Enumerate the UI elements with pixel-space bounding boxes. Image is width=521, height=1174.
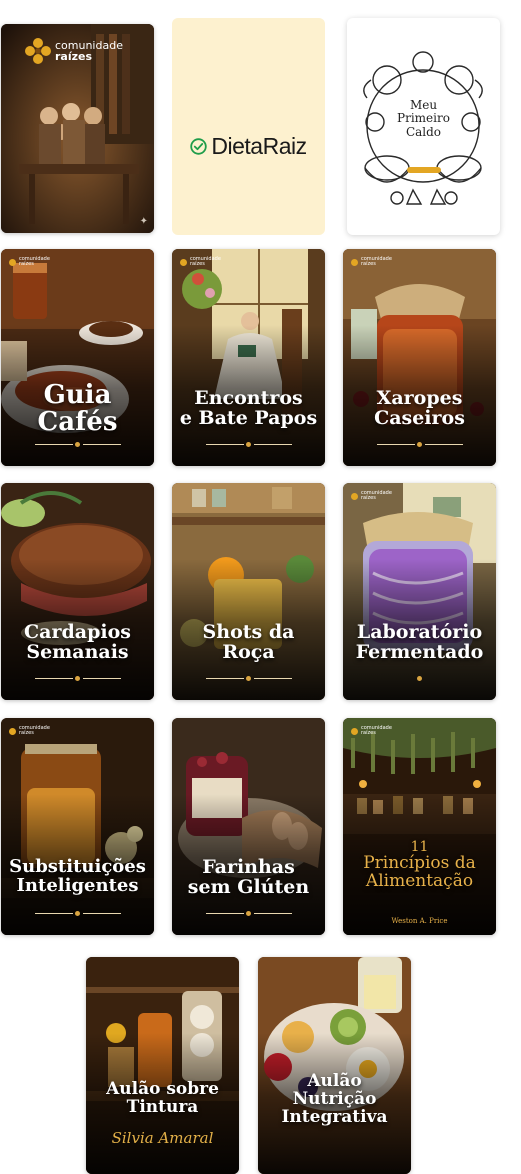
card-cardapios[interactable]: Cardapios Semanais [1,483,154,700]
card-comunidade-raizes[interactable]: comunidade raízes ✦ [1,24,154,233]
card-title: Xaropes Caseiros [374,387,465,429]
card-title: 11 Princípios da Alimentação [363,839,476,891]
card-minilogo: comunidade raízes [9,257,50,267]
card-divider [377,676,463,682]
card-divider [205,676,292,682]
dieta-name: DietaRaiz [211,133,307,159]
sparkle-icon: ✦ [139,216,148,227]
card-title: Laboratório Fermentado [355,621,484,663]
card-minilogo: comunidade raízes [351,726,392,736]
caldo-ribbon [407,167,441,173]
card-minilogo: comunidade raízes [180,257,221,267]
card-author: Weston A. Price [391,917,448,925]
card-farinhas[interactable]: Farinhas sem Glúten [172,718,325,935]
card-aulao-nutricao[interactable]: Aulão Nutrição Integrativa [258,957,411,1174]
card-divider [205,911,292,917]
card-divider [34,442,121,448]
comunidade-logo: comunidade raízes [25,38,123,64]
card-title: Farinhas sem Glúten [187,856,310,898]
card-xaropes[interactable]: comunidade raízes Xaropes Caseiros [343,249,496,466]
card-divider [205,442,292,448]
check-circle-icon [190,138,208,155]
card-title: Cardapios Semanais [24,621,131,663]
card-aulao-tintura[interactable]: Aulão sobre Tintura Silvia Amaral [86,957,239,1174]
card-divider [376,442,463,448]
card-minilogo: comunidade raízes [9,726,50,736]
card-encontros[interactable]: comunidade raízes Encontros e Bate Papos [172,249,325,466]
card-title: Aulão Nutrição Integrativa [281,1071,388,1127]
card-divider [34,911,121,917]
card-meu-primeiro-caldo[interactable]: Meu Primeiro Caldo [347,18,500,235]
card-title: Aulão sobre Tintura [106,1079,219,1117]
card-substituicoes[interactable]: comunidade raízes Substituições Inteligent… [1,718,154,935]
card-shots-da-roca[interactable]: Shots da Roça [172,483,325,700]
card-title: Substituições Inteligentes [9,856,146,896]
card-dieta-raiz[interactable]: DietaRaiz [172,18,325,235]
card-divider [34,676,121,682]
card-minilogo: comunidade raízes [351,257,392,267]
logo-line2: raízes [55,50,93,63]
card-laboratorio-fermentado[interactable]: comunidade raízes Laboratório Fermentado [343,483,496,700]
card-guia-cafes[interactable]: comunidade raízes Guia Cafés [1,249,154,466]
card-minilogo: comunidade raízes [351,491,392,501]
flower-logo-icon [25,38,51,64]
card-title: Shots da Roça [202,621,295,663]
card-11-principios[interactable]: comunidade raízes 11 Princípios da Alimenta… [343,718,496,935]
caldo-title: Meu Primeiro Caldo [347,98,500,140]
card-signature: Silvia Amaral [111,1129,214,1147]
card-title: Guia Cafés [37,380,118,438]
dieta-logo: DietaRaiz [172,133,325,160]
card-title: Encontros e Bate Papos [179,387,318,429]
